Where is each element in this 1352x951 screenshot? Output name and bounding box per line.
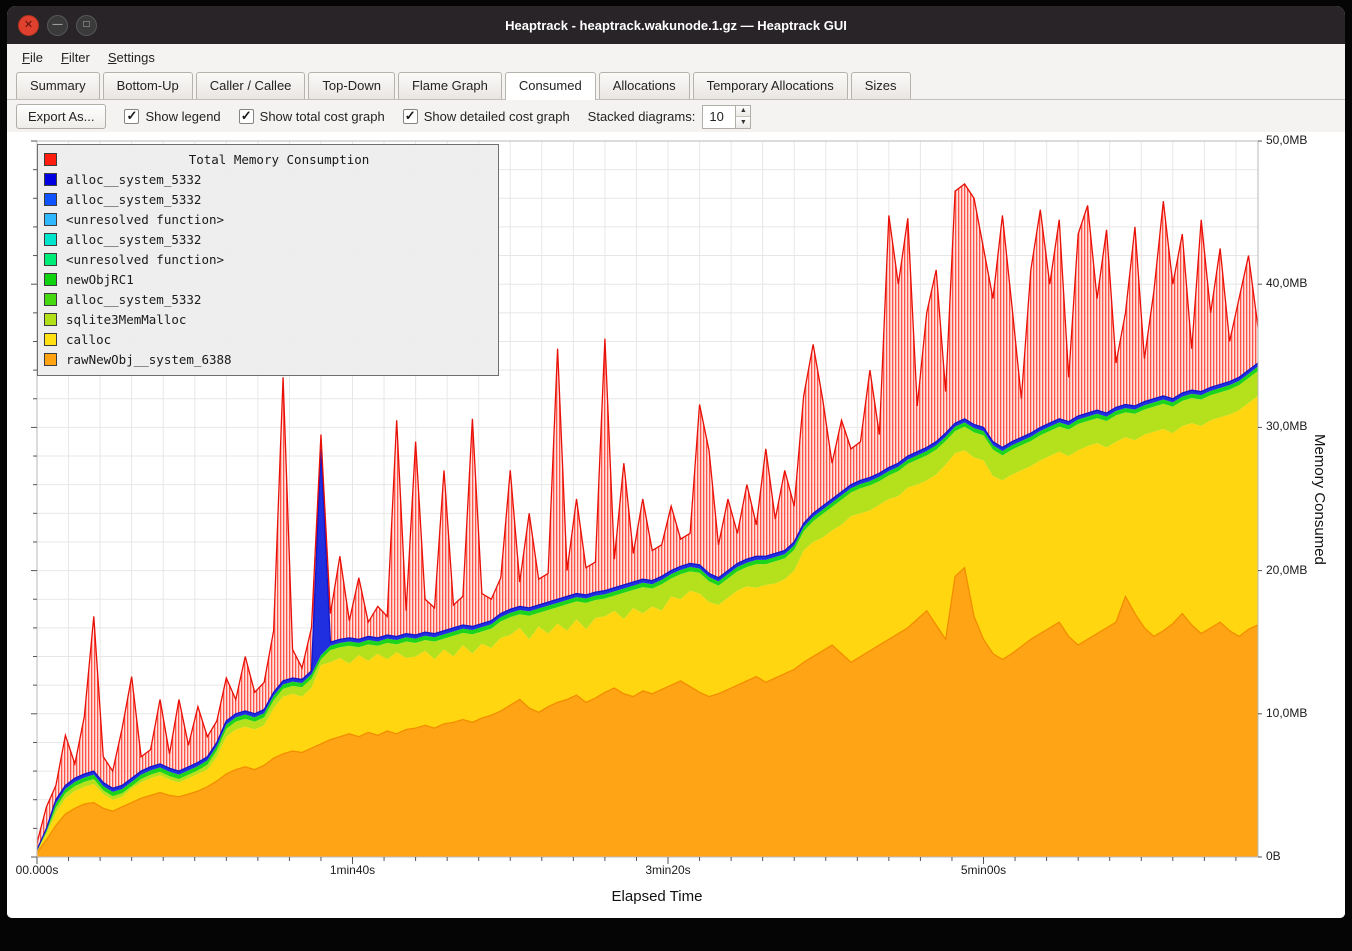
- tab-top-down[interactable]: Top-Down: [308, 72, 395, 99]
- legend-label: rawNewObj__system_6388: [66, 352, 232, 367]
- legend-item: <unresolved function>: [44, 209, 492, 229]
- tab-allocations[interactable]: Allocations: [599, 72, 690, 99]
- legend-swatch: [44, 233, 57, 246]
- export-as-button[interactable]: Export As...: [16, 104, 106, 129]
- legend-item: sqlite3MemMalloc: [44, 309, 492, 329]
- checkbox-show-total-cost-graph[interactable]: ✓: [239, 109, 254, 124]
- x-tick-label: 3min20s: [623, 863, 713, 877]
- menu-file[interactable]: File: [13, 46, 52, 69]
- toolbar: Export As... ✓ Show legend ✓ Show total cos…: [7, 100, 1345, 133]
- checkbox-label: Show detailed cost graph: [424, 109, 570, 124]
- legend-item: alloc__system_5332: [44, 189, 492, 209]
- legend-item: alloc__system_5332: [44, 229, 492, 249]
- legend-label: calloc: [66, 332, 111, 347]
- legend-label: alloc__system_5332: [66, 292, 201, 307]
- legend-label: alloc__system_5332: [66, 172, 201, 187]
- x-axis-title: Elapsed Time: [547, 888, 767, 905]
- y-axis-title: Memory Consumed: [1311, 434, 1328, 565]
- checkbox-show-legend[interactable]: ✓: [124, 109, 139, 124]
- y-axis-title-wrap: Memory Consumed: [1311, 139, 1328, 859]
- legend-label: newObjRC1: [66, 272, 134, 287]
- window-title: Heaptrack - heaptrack.wakunode.1.gz — He…: [505, 18, 847, 33]
- memory-consumption-chart: Total Memory Consumption alloc__system_53…: [7, 132, 1345, 918]
- spinner-up-icon[interactable]: ▲: [736, 106, 750, 118]
- legend-title-row: Total Memory Consumption: [44, 149, 492, 169]
- x-tick-label: 5min00s: [939, 863, 1029, 877]
- legend-swatch: [44, 173, 57, 186]
- legend-label: <unresolved function>: [66, 212, 224, 227]
- legend-swatch: [44, 273, 57, 286]
- legend-item: alloc__system_5332: [44, 169, 492, 189]
- chart-legend: Total Memory Consumption alloc__system_53…: [37, 144, 499, 376]
- legend-item: newObjRC1: [44, 269, 492, 289]
- menu-bar: FileFilterSettings: [7, 44, 1345, 70]
- checkbox-wrap-show-total-cost-graph: ✓ Show total cost graph: [239, 109, 385, 124]
- legend-swatch: [44, 153, 57, 166]
- legend-label: <unresolved function>: [66, 252, 224, 267]
- x-tick-label: 00.000s: [7, 863, 82, 877]
- menu-settings[interactable]: Settings: [99, 46, 164, 69]
- checkbox-wrap-show-legend: ✓ Show legend: [124, 109, 220, 124]
- legend-swatch: [44, 313, 57, 326]
- legend-swatch: [44, 213, 57, 226]
- checkbox-show-detailed-cost-graph[interactable]: ✓: [403, 109, 418, 124]
- checkbox-label: Show total cost graph: [260, 109, 385, 124]
- legend-item: rawNewObj__system_6388: [44, 349, 492, 369]
- legend-item: calloc: [44, 329, 492, 349]
- spinner-down-icon[interactable]: ▼: [736, 117, 750, 128]
- legend-swatch: [44, 253, 57, 266]
- toolbar-checkboxes: ✓ Show legend ✓ Show total cost graph ✓ Show …: [124, 109, 569, 124]
- tab-consumed[interactable]: Consumed: [505, 72, 596, 100]
- legend-swatch: [44, 333, 57, 346]
- legend-label: alloc__system_5332: [66, 232, 201, 247]
- legend-label: alloc__system_5332: [66, 192, 201, 207]
- minimize-icon[interactable]: —: [47, 15, 68, 36]
- checkbox-label: Show legend: [145, 109, 220, 124]
- stacked-diagrams-spinbox[interactable]: 10 ▲ ▼: [702, 105, 751, 129]
- stacked-diagrams-value[interactable]: 10: [702, 105, 735, 129]
- legend-label: sqlite3MemMalloc: [66, 312, 186, 327]
- legend-item: alloc__system_5332: [44, 289, 492, 309]
- legend-swatch: [44, 353, 57, 366]
- tab-bottom-up[interactable]: Bottom-Up: [103, 72, 193, 99]
- menu-filter[interactable]: Filter: [52, 46, 99, 69]
- close-icon[interactable]: ✕: [18, 15, 39, 36]
- window-controls: ✕ — □: [18, 6, 97, 44]
- legend-swatch: [44, 193, 57, 206]
- tab-caller-callee[interactable]: Caller / Callee: [196, 72, 306, 99]
- app-window: ✕ — □ Heaptrack - heaptrack.wakunode.1.g…: [7, 6, 1345, 918]
- checkbox-wrap-show-detailed-cost-graph: ✓ Show detailed cost graph: [403, 109, 570, 124]
- stacked-diagrams-control: Stacked diagrams: 10 ▲ ▼: [588, 105, 752, 129]
- checkmark-icon: ✓: [405, 108, 416, 124]
- legend-item: <unresolved function>: [44, 249, 492, 269]
- tab-temporary-allocations[interactable]: Temporary Allocations: [693, 72, 848, 99]
- stacked-diagrams-label: Stacked diagrams:: [588, 109, 696, 124]
- legend-swatch: [44, 293, 57, 306]
- title-bar: ✕ — □ Heaptrack - heaptrack.wakunode.1.g…: [7, 6, 1345, 44]
- tab-flame-graph[interactable]: Flame Graph: [398, 72, 502, 99]
- tab-sizes[interactable]: Sizes: [851, 72, 911, 99]
- checkmark-icon: ✓: [127, 108, 138, 124]
- maximize-icon[interactable]: □: [76, 15, 97, 36]
- checkmark-icon: ✓: [241, 108, 252, 124]
- tab-bar: SummaryBottom-UpCaller / CalleeTop-DownF…: [7, 70, 1345, 100]
- x-tick-label: 1min40s: [308, 863, 398, 877]
- spinner-buttons: ▲ ▼: [735, 105, 751, 129]
- legend-label: Total Memory Consumption: [66, 152, 492, 167]
- tab-summary[interactable]: Summary: [16, 72, 100, 99]
